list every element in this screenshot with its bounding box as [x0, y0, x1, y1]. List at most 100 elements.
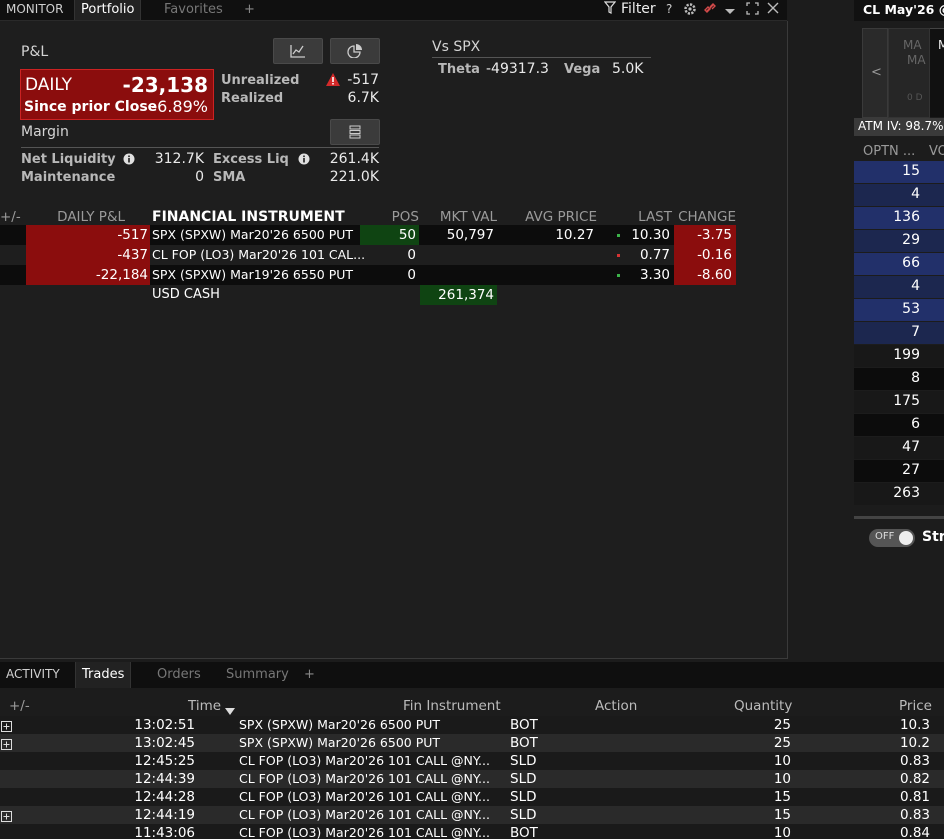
- daily-pnl-cell: -437: [26, 245, 150, 265]
- optn-col-header[interactable]: OPTN ...: [863, 144, 915, 159]
- expiry-days-label: 0 D: [907, 93, 923, 103]
- col-mkt-val[interactable]: MKT VAL: [420, 207, 497, 227]
- chevron-down-icon[interactable]: [724, 5, 736, 20]
- table-row[interactable]: 12:45:25 CL FOP (LO3) Mar20'26 101 CALL …: [0, 752, 944, 770]
- list-item[interactable]: 199: [854, 345, 944, 367]
- col-time[interactable]: Time: [188, 696, 221, 716]
- toggle-label: OFF: [875, 531, 895, 542]
- toggle-knob: [899, 531, 913, 545]
- mkt-val-cell: 50,797: [446, 227, 494, 243]
- col-change[interactable]: CHANGE: [674, 207, 736, 227]
- instrument-cell[interactable]: CL FOP (LO3) Mar20'26 101 CAL...: [152, 245, 365, 265]
- trade-time: 11:43:06: [134, 825, 195, 839]
- daily-pnl-cell: -517: [26, 225, 150, 245]
- col-quantity[interactable]: Quantity: [734, 696, 792, 716]
- help-icon[interactable]: ?: [666, 0, 672, 18]
- tab-summary[interactable]: Summary: [220, 665, 295, 685]
- trade-instrument: CL FOP (LO3) Mar20'26 101 CALL @NY...: [239, 753, 490, 768]
- change-cell: -0.16: [674, 245, 736, 265]
- col-plusminus[interactable]: +/-: [9, 696, 30, 716]
- table-row[interactable]: 13:02:45 SPX (SPXW) Mar20'26 6500 PUT BO…: [0, 734, 944, 752]
- list-item[interactable]: 27: [854, 460, 944, 482]
- option-volume: 15: [902, 163, 920, 179]
- option-volume: 175: [893, 393, 920, 409]
- table-row[interactable]: -22,184 SPX (SPXW) Mar19'26 6550 PUT 0 3…: [0, 265, 736, 285]
- close-icon[interactable]: [767, 2, 779, 18]
- trade-price: 10.2: [899, 735, 930, 751]
- tab-favorites[interactable]: Favorites: [158, 0, 229, 20]
- monitor-tab-bar: MONITOR Portfolio Favorites + Filter ?: [0, 0, 787, 21]
- col-daily-pnl[interactable]: DAILY P&L: [30, 207, 125, 227]
- list-item[interactable]: 7: [854, 322, 944, 344]
- expiry-month-label-selected: M: [938, 38, 944, 52]
- col-pos[interactable]: POS: [360, 207, 419, 227]
- trade-action: BOT: [510, 825, 538, 839]
- pnl-title: P&L: [21, 44, 49, 60]
- link-icon[interactable]: [703, 2, 717, 20]
- list-item[interactable]: 6: [854, 414, 944, 436]
- instrument-cell[interactable]: SPX (SPXW) Mar20'26 6500 PUT: [152, 225, 353, 245]
- list-item[interactable]: 175: [854, 391, 944, 413]
- expand-icon[interactable]: [746, 2, 759, 19]
- info-icon[interactable]: [123, 153, 135, 169]
- col-action[interactable]: Action: [595, 696, 637, 716]
- table-row[interactable]: 11:43:06 CL FOP (LO3) Mar20'26 101 CALL …: [0, 824, 944, 839]
- prev-expiry-button[interactable]: <: [862, 28, 888, 118]
- filter-button[interactable]: Filter: [621, 0, 656, 18]
- list-item[interactable]: 29: [854, 230, 944, 252]
- table-row[interactable]: -517 SPX (SPXW) Mar20'26 6500 PUT 50 50,…: [0, 225, 736, 245]
- col-fin-instrument[interactable]: Fin Instrument: [403, 696, 501, 716]
- list-item[interactable]: 4: [854, 276, 944, 298]
- strategy-toggle[interactable]: OFF: [869, 529, 915, 547]
- add-tab-button[interactable]: +: [238, 0, 261, 20]
- instrument-cell[interactable]: SPX (SPXW) Mar19'26 6550 PUT: [152, 265, 353, 285]
- table-row[interactable]: 12:44:19 CL FOP (LO3) Mar20'26 101 CALL …: [0, 806, 944, 824]
- col-avg-price[interactable]: AVG PRICE: [500, 207, 597, 227]
- tab-monitor[interactable]: MONITOR: [0, 0, 69, 20]
- add-activity-tab-button[interactable]: +: [298, 665, 321, 685]
- table-row[interactable]: -437 CL FOP (LO3) Mar20'26 101 CAL... 0 …: [0, 245, 736, 265]
- list-item[interactable]: 15: [854, 161, 944, 183]
- tab-orders[interactable]: Orders: [151, 665, 207, 685]
- trade-quantity: 25: [773, 735, 791, 751]
- col-plusminus[interactable]: +/-: [0, 207, 21, 227]
- table-row[interactable]: 12:44:28 CL FOP (LO3) Mar20'26 101 CALL …: [0, 788, 944, 806]
- list-item[interactable]: 47: [854, 437, 944, 459]
- list-item[interactable]: 263: [854, 483, 944, 505]
- col-last[interactable]: LAST: [610, 207, 672, 227]
- list-item[interactable]: 8: [854, 368, 944, 390]
- trade-action: SLD: [510, 771, 537, 787]
- pie-button[interactable]: [330, 38, 380, 64]
- trade-time: 13:02:45: [134, 735, 195, 751]
- vol-col-header[interactable]: VO: [929, 144, 944, 159]
- expiry-tile[interactable]: MA MA 0 D: [888, 28, 930, 118]
- list-item[interactable]: 66: [854, 253, 944, 275]
- tab-portfolio[interactable]: Portfolio: [74, 0, 142, 20]
- chart-button[interactable]: [273, 38, 323, 64]
- trade-instrument: SPX (SPXW) Mar20'26 6500 PUT: [239, 717, 441, 732]
- margin-divider: [21, 147, 379, 148]
- last-cell: 0.77: [639, 247, 670, 263]
- gear-icon[interactable]: [683, 2, 697, 20]
- info-icon[interactable]: [298, 153, 310, 169]
- filter-icon[interactable]: [603, 1, 617, 19]
- option-volume: 27: [902, 462, 920, 478]
- table-row[interactable]: 13:02:51 SPX (SPXW) Mar20'26 6500 PUT BO…: [0, 716, 944, 734]
- option-volume: 199: [893, 347, 920, 363]
- col-instrument[interactable]: FINANCIAL INSTRUMENT: [152, 207, 345, 227]
- list-item[interactable]: 136: [854, 207, 944, 229]
- expiry-tile-selected[interactable]: M: [930, 28, 944, 117]
- list-item[interactable]: 53: [854, 299, 944, 321]
- list-item[interactable]: 4: [854, 184, 944, 206]
- option-volume: 29: [902, 232, 920, 248]
- cash-row[interactable]: USD CASH 261,374: [0, 285, 736, 305]
- table-row[interactable]: 12:44:39 CL FOP (LO3) Mar20'26 101 CALL …: [0, 770, 944, 788]
- daily-pnl-cell: -22,184: [26, 265, 150, 285]
- theta-value: -49317.3: [486, 61, 549, 77]
- tab-activity[interactable]: ACTIVITY: [0, 665, 66, 685]
- trade-instrument: SPX (SPXW) Mar20'26 6500 PUT: [239, 735, 441, 750]
- tab-trades[interactable]: Trades: [75, 662, 132, 688]
- trade-quantity: 10: [773, 771, 791, 787]
- margin-details-button[interactable]: [330, 119, 380, 145]
- col-price[interactable]: Price: [899, 696, 932, 716]
